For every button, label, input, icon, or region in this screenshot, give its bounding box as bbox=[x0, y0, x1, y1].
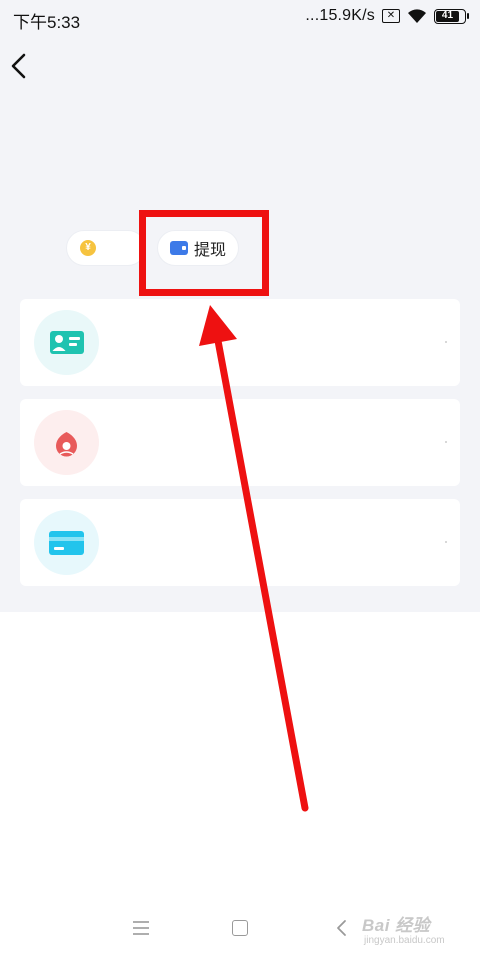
chevron-left-icon bbox=[11, 53, 26, 79]
sim-absent-icon: ✕ bbox=[382, 9, 400, 23]
menu-icon bbox=[133, 921, 149, 935]
network-speed: ...15.9K/s bbox=[305, 7, 375, 24]
nav-home-button[interactable] bbox=[232, 920, 248, 936]
red-seal-icon bbox=[34, 410, 99, 475]
list-item-seal[interactable] bbox=[20, 399, 460, 486]
status-time: 下午5:33 bbox=[13, 13, 81, 32]
chevron-right-icon bbox=[445, 341, 447, 343]
back-triangle-icon bbox=[337, 920, 346, 936]
nav-back-button[interactable] bbox=[334, 918, 350, 938]
chevron-right-icon bbox=[445, 541, 447, 543]
battery-level: 41 bbox=[436, 10, 459, 22]
chevron-right-icon bbox=[445, 441, 447, 443]
list-item-id-card[interactable] bbox=[20, 299, 460, 386]
status-icons: ...15.9K/s ✕ 41 bbox=[305, 7, 469, 25]
back-button[interactable] bbox=[6, 50, 34, 82]
list-item-bank-card[interactable] bbox=[20, 499, 460, 586]
yuan-coin-icon: ¥ bbox=[80, 240, 96, 256]
status-bar: 下午5:33 ...15.9K/s ✕ 41 bbox=[0, 0, 480, 36]
coin-balance-pill[interactable]: ¥ bbox=[66, 230, 146, 266]
battery-icon: 41 bbox=[434, 8, 469, 24]
nav-menu-button[interactable] bbox=[131, 920, 151, 936]
bank-card-icon bbox=[34, 510, 99, 575]
watermark-logo: Bai 经验 bbox=[362, 916, 431, 935]
highlight-box bbox=[139, 210, 269, 296]
id-card-icon bbox=[34, 310, 99, 375]
baidu-jingyan-watermark: Bai 经验 jingyan.baidu.com bbox=[362, 905, 462, 951]
watermark-url: jingyan.baidu.com bbox=[364, 935, 445, 946]
wifi-icon bbox=[408, 9, 426, 23]
